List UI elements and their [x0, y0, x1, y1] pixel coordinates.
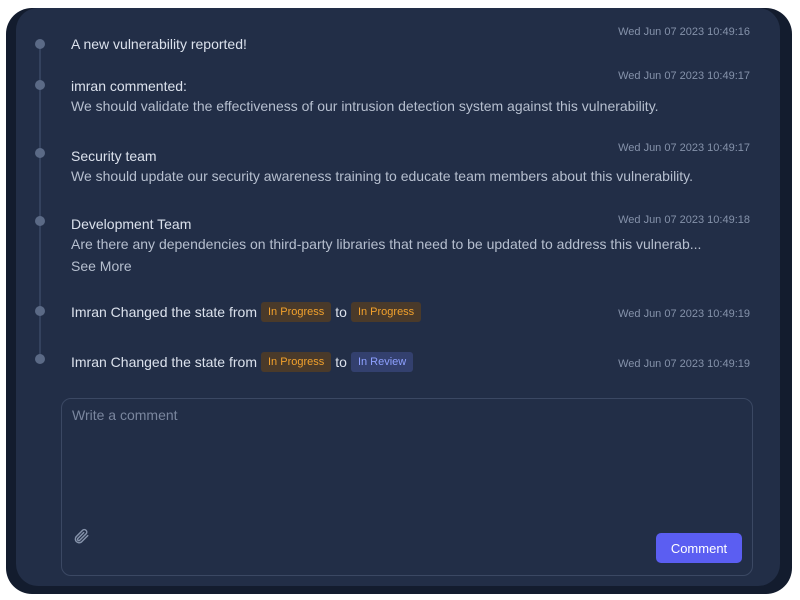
comment-composer: Comment: [61, 398, 753, 576]
status-badge-to: In Progress: [350, 302, 422, 322]
comment-author: Development Team: [71, 216, 192, 232]
comment-body: We should validate the effectiveness of …: [71, 98, 659, 114]
status-badge-from: In Progress: [261, 302, 332, 322]
comment-author: Security team: [71, 148, 157, 164]
timestamp: Wed Jun 07 2023 10:49:17: [618, 70, 750, 82]
event-title: A new vulnerability reported!: [71, 36, 247, 52]
activity-panel: A new vulnerability reported! Wed Jun 07…: [16, 8, 780, 586]
timestamp: Wed Jun 07 2023 10:49:16: [618, 26, 750, 38]
timeline-dot: [35, 39, 45, 49]
timeline-dot: [35, 306, 45, 316]
state-change-text: Imran Changed the state from: [71, 354, 257, 370]
timestamp: Wed Jun 07 2023 10:49:17: [618, 142, 750, 154]
comment-input[interactable]: [62, 399, 752, 509]
status-badge-to: In Review: [350, 352, 414, 372]
state-change-to-word: to: [335, 354, 347, 370]
paperclip-icon[interactable]: [72, 527, 90, 545]
status-badge-from: In Progress: [261, 352, 332, 372]
state-change-to-word: to: [335, 304, 347, 320]
comment-submit-button[interactable]: Comment: [656, 533, 742, 563]
timestamp: Wed Jun 07 2023 10:49:18: [618, 214, 750, 226]
state-change-row: Imran Changed the state from In Progress…: [71, 302, 422, 322]
timeline-dot: [35, 148, 45, 158]
comment-body: We should update our security awareness …: [71, 168, 694, 184]
timestamp: Wed Jun 07 2023 10:49:19: [618, 308, 750, 320]
timestamp: Wed Jun 07 2023 10:49:19: [618, 358, 750, 370]
see-more-link[interactable]: See More: [71, 258, 132, 274]
state-change-row: Imran Changed the state from In Progress…: [71, 352, 414, 372]
state-change-text: Imran Changed the state from: [71, 304, 257, 320]
timeline-dot: [35, 216, 45, 226]
comment-author: imran commented:: [71, 78, 187, 94]
activity-card: A new vulnerability reported! Wed Jun 07…: [6, 8, 792, 594]
timeline-dot: [35, 354, 45, 364]
comment-body: Are there any dependencies on third-part…: [71, 236, 702, 252]
timeline-dot: [35, 80, 45, 90]
